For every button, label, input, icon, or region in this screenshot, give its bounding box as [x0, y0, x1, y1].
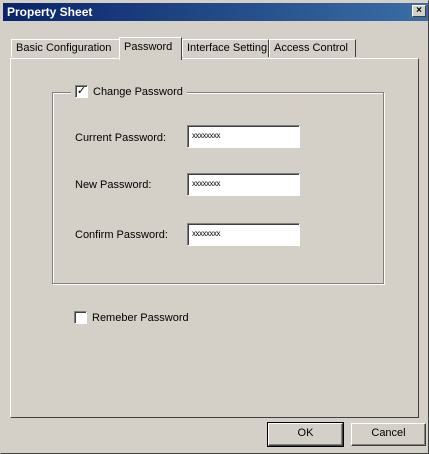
new-password-value: xxxxxxxx: [192, 179, 221, 188]
tab-basic-configuration[interactable]: Basic Configuration: [11, 39, 121, 57]
tab-label: Basic Configuration: [16, 42, 112, 54]
tab-interface-setting[interactable]: Interface Setting: [182, 39, 269, 57]
ok-button-label: OK: [297, 427, 314, 439]
change-password-checkbox[interactable]: ✓: [75, 85, 88, 98]
password-tab-panel: ✓ Change Password Current Password: xxxx…: [10, 58, 419, 418]
change-password-label: Change Password: [93, 85, 183, 98]
current-password-label: Current Password:: [75, 132, 167, 144]
tab-label: Password: [124, 41, 173, 53]
tab-label: Interface Setting: [187, 42, 268, 54]
property-sheet-window: Property Sheet × Basic Configuration Pas…: [0, 0, 429, 454]
tab-password[interactable]: Password: [119, 37, 182, 60]
tab-access-control[interactable]: Access Control: [269, 39, 356, 57]
confirm-password-label: Confirm Password:: [75, 229, 168, 241]
change-password-toggle[interactable]: ✓ Change Password: [71, 85, 187, 98]
new-password-field[interactable]: xxxxxxxx: [187, 173, 300, 196]
close-button[interactable]: ×: [412, 5, 426, 17]
current-password-field[interactable]: xxxxxxxx: [187, 125, 300, 148]
cancel-button-label: Cancel: [371, 427, 406, 439]
confirm-password-field[interactable]: xxxxxxxx: [187, 223, 300, 246]
tab-label: Access Control: [274, 42, 348, 54]
checkmark-icon: ✓: [76, 85, 87, 97]
confirm-password-value: xxxxxxxx: [192, 229, 221, 238]
title-bar[interactable]: Property Sheet ×: [3, 3, 428, 21]
remember-password-checkbox[interactable]: [74, 311, 87, 324]
window-title: Property Sheet: [7, 5, 93, 19]
ok-button[interactable]: OK: [267, 422, 344, 447]
remember-password-label: Remeber Password: [92, 311, 189, 324]
cancel-button[interactable]: Cancel: [351, 423, 426, 446]
new-password-label: New Password:: [75, 179, 152, 191]
remember-password-toggle[interactable]: Remeber Password: [74, 311, 189, 324]
current-password-value: xxxxxxxx: [192, 131, 221, 140]
close-icon: ×: [416, 5, 422, 16]
change-password-group: ✓ Change Password Current Password: xxxx…: [52, 85, 384, 284]
